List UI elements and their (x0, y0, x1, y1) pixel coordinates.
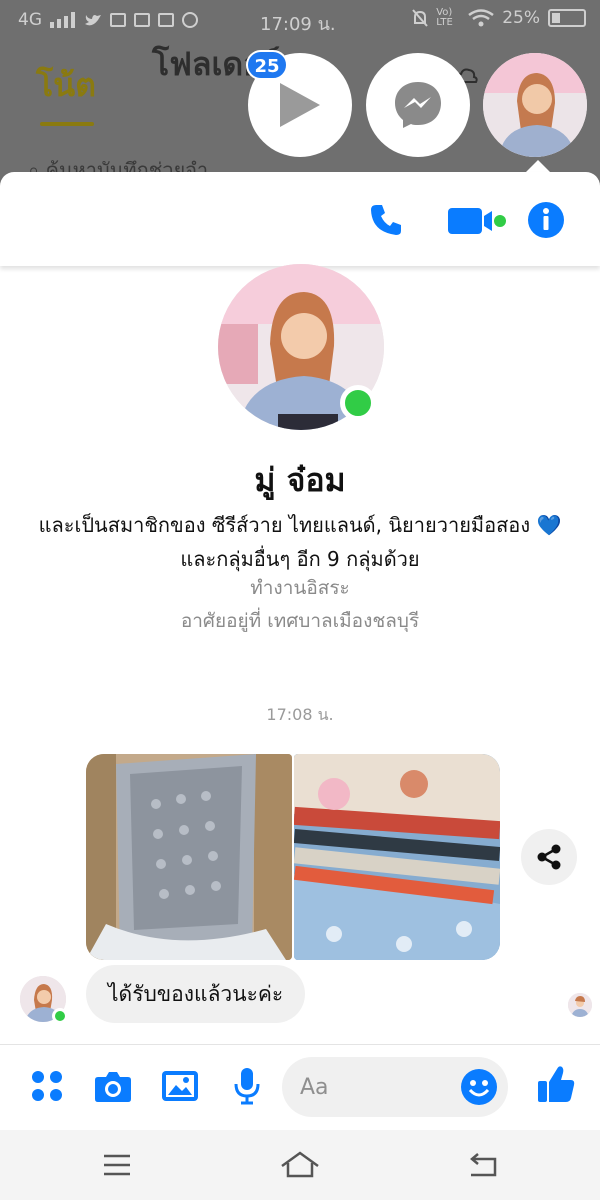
profile-location: อาศัยอยู่ที่ เทศบาลเมืองชลบุรี (180, 610, 420, 632)
youtube-icon (158, 13, 174, 27)
play-icon (280, 83, 320, 127)
battery-icon (548, 9, 586, 27)
info-button[interactable] (526, 200, 566, 240)
emoji-button[interactable] (460, 1068, 498, 1106)
online-status-indicator (340, 385, 376, 421)
camera-icon (95, 1072, 131, 1102)
recent-apps-button[interactable] (97, 1148, 137, 1182)
camera-button[interactable] (93, 1066, 133, 1106)
notification-badge: 25 (246, 50, 288, 80)
tab-notes: โน้ต (36, 66, 96, 104)
share-button[interactable] (521, 829, 577, 885)
home-icon (281, 1151, 319, 1178)
messenger-icon (395, 82, 441, 128)
phone-icon (371, 205, 401, 235)
messenger-status-icon (182, 12, 198, 28)
network-label: 4G (18, 10, 42, 30)
messenger-chat-screen: 4G 17:09 น. Vo) LTE 25% โน้ต โฟลเดอร์ ⌕ … (0, 0, 600, 1200)
menu-icon (104, 1154, 130, 1176)
signal-icon (50, 12, 75, 28)
video-call-icon (448, 208, 506, 234)
profile-groups: และเป็นสมาชิกของ ซีรีส์วาย ไทยแลนด์, นิย… (38, 513, 562, 571)
share-icon (537, 844, 561, 870)
seen-indicator-avatar (568, 993, 592, 1017)
profile-photo (568, 993, 592, 1017)
thumbs-up-icon (538, 1066, 575, 1102)
battery-percent: 25% (502, 8, 540, 28)
emoji-icon (461, 1069, 497, 1105)
profile-name: มู่ จ๋อม (254, 461, 346, 499)
gallery-icon (134, 13, 150, 27)
books-photo (294, 754, 500, 960)
status-time: 17:09 น. (260, 14, 336, 35)
notification-icon (110, 13, 126, 27)
microphone-icon (234, 1068, 260, 1105)
image-icon (162, 1071, 198, 1101)
sender-online-indicator (52, 1008, 68, 1024)
grid-dots-icon (32, 1071, 62, 1101)
chat-header (0, 172, 600, 266)
mute-icon (412, 9, 428, 27)
profile-photo (483, 53, 587, 157)
voice-button[interactable] (227, 1066, 267, 1106)
info-icon (528, 202, 564, 238)
twitter-icon (85, 15, 101, 26)
message-photo-books[interactable] (294, 754, 500, 960)
parcel-photo (86, 754, 292, 960)
message-input[interactable] (300, 1071, 460, 1103)
chat-head-profile[interactable] (483, 53, 587, 157)
profile-work: ทำงานอิสระ (250, 577, 350, 599)
chat-head-messenger[interactable] (366, 53, 470, 157)
call-button[interactable] (366, 200, 406, 240)
back-icon (470, 1153, 497, 1177)
like-button[interactable] (536, 1064, 576, 1104)
video-call-button[interactable] (446, 200, 506, 240)
tab-notes-underline (40, 122, 94, 126)
message-timestamp: 17:08 น. (266, 705, 334, 724)
volte-label: Vo) LTE (436, 7, 453, 28)
home-button[interactable] (280, 1148, 320, 1182)
more-actions-button[interactable] (27, 1066, 67, 1106)
message-bubble[interactable]: ได้รับของแล้วนะค่ะ (86, 965, 306, 1023)
back-button[interactable] (463, 1148, 503, 1182)
wifi-icon (468, 9, 494, 27)
message-photo-parcel[interactable] (86, 754, 292, 960)
status-bar: 4G 17:09 น. Vo) LTE 25% (0, 0, 600, 40)
gallery-button[interactable] (160, 1066, 200, 1106)
